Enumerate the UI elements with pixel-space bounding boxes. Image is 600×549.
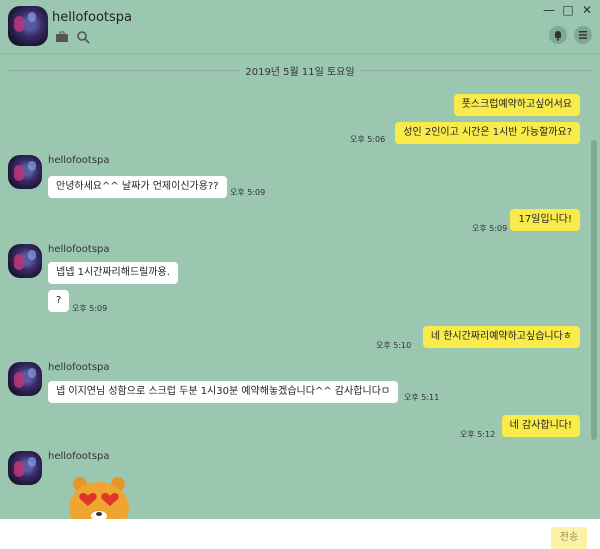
sender-avatar[interactable] [8,155,42,189]
maximize-button[interactable]: □ [560,2,576,18]
sender-name: hellofootspa [48,451,110,462]
search-icon[interactable] [76,30,90,44]
message-time: 오후 5:11 [404,393,440,402]
message-input[interactable] [0,519,600,549]
their-message[interactable]: 넵넵 1시간짜리해드릴까용. [48,262,178,284]
their-message[interactable]: 안녕하세요^^ 날짜가 언제이신가용?? [48,176,227,198]
bell-icon[interactable] [549,26,567,44]
close-button[interactable]: ✕ [579,2,595,18]
message-time: 오후 5:09 [72,304,108,313]
message-time: 오후 5:06 [350,135,386,144]
sender-avatar[interactable] [8,451,42,485]
my-message[interactable]: 성인 2인이고 시간은 1시반 가능할까요? [395,122,580,144]
their-message[interactable]: ? [48,290,70,312]
scrollbar[interactable] [591,140,597,440]
chat-header: hellofootspa — □ ✕ [0,0,600,54]
sender-name: hellofootspa [48,362,110,373]
date-divider: 2019년 5월 11일 토요일 [240,63,360,78]
sender-avatar[interactable] [8,362,42,396]
menu-icon[interactable] [574,26,592,44]
sender-avatar[interactable] [8,244,42,278]
my-message[interactable]: 네 감사합니다! [501,415,580,437]
my-message[interactable]: 네 한시간짜리예약하고싶습니다ㅎ [422,326,580,348]
briefcase-icon[interactable] [55,30,69,44]
sender-name: hellofootspa [48,155,110,166]
my-message[interactable]: 풋스크럽예약하고싶어서요 [453,94,580,116]
their-message[interactable]: 넵 이지연님 성함으로 스크럽 두분 1시30분 예약해놓겠습니다^^ 감사합니… [48,381,399,403]
chat-title: hellofootspa [52,10,132,25]
minimize-button[interactable]: — [541,2,557,18]
send-button[interactable]: 전송 [551,527,587,549]
message-time: 오후 5:10 [376,341,412,350]
sender-name: hellofootspa [48,244,110,255]
message-time: 오후 5:09 [472,224,508,233]
message-time: 오후 5:09 [230,188,266,197]
profile-avatar[interactable] [8,6,48,46]
my-message[interactable]: 17일입니다! [510,209,580,231]
message-time: 오후 5:12 [460,430,496,439]
